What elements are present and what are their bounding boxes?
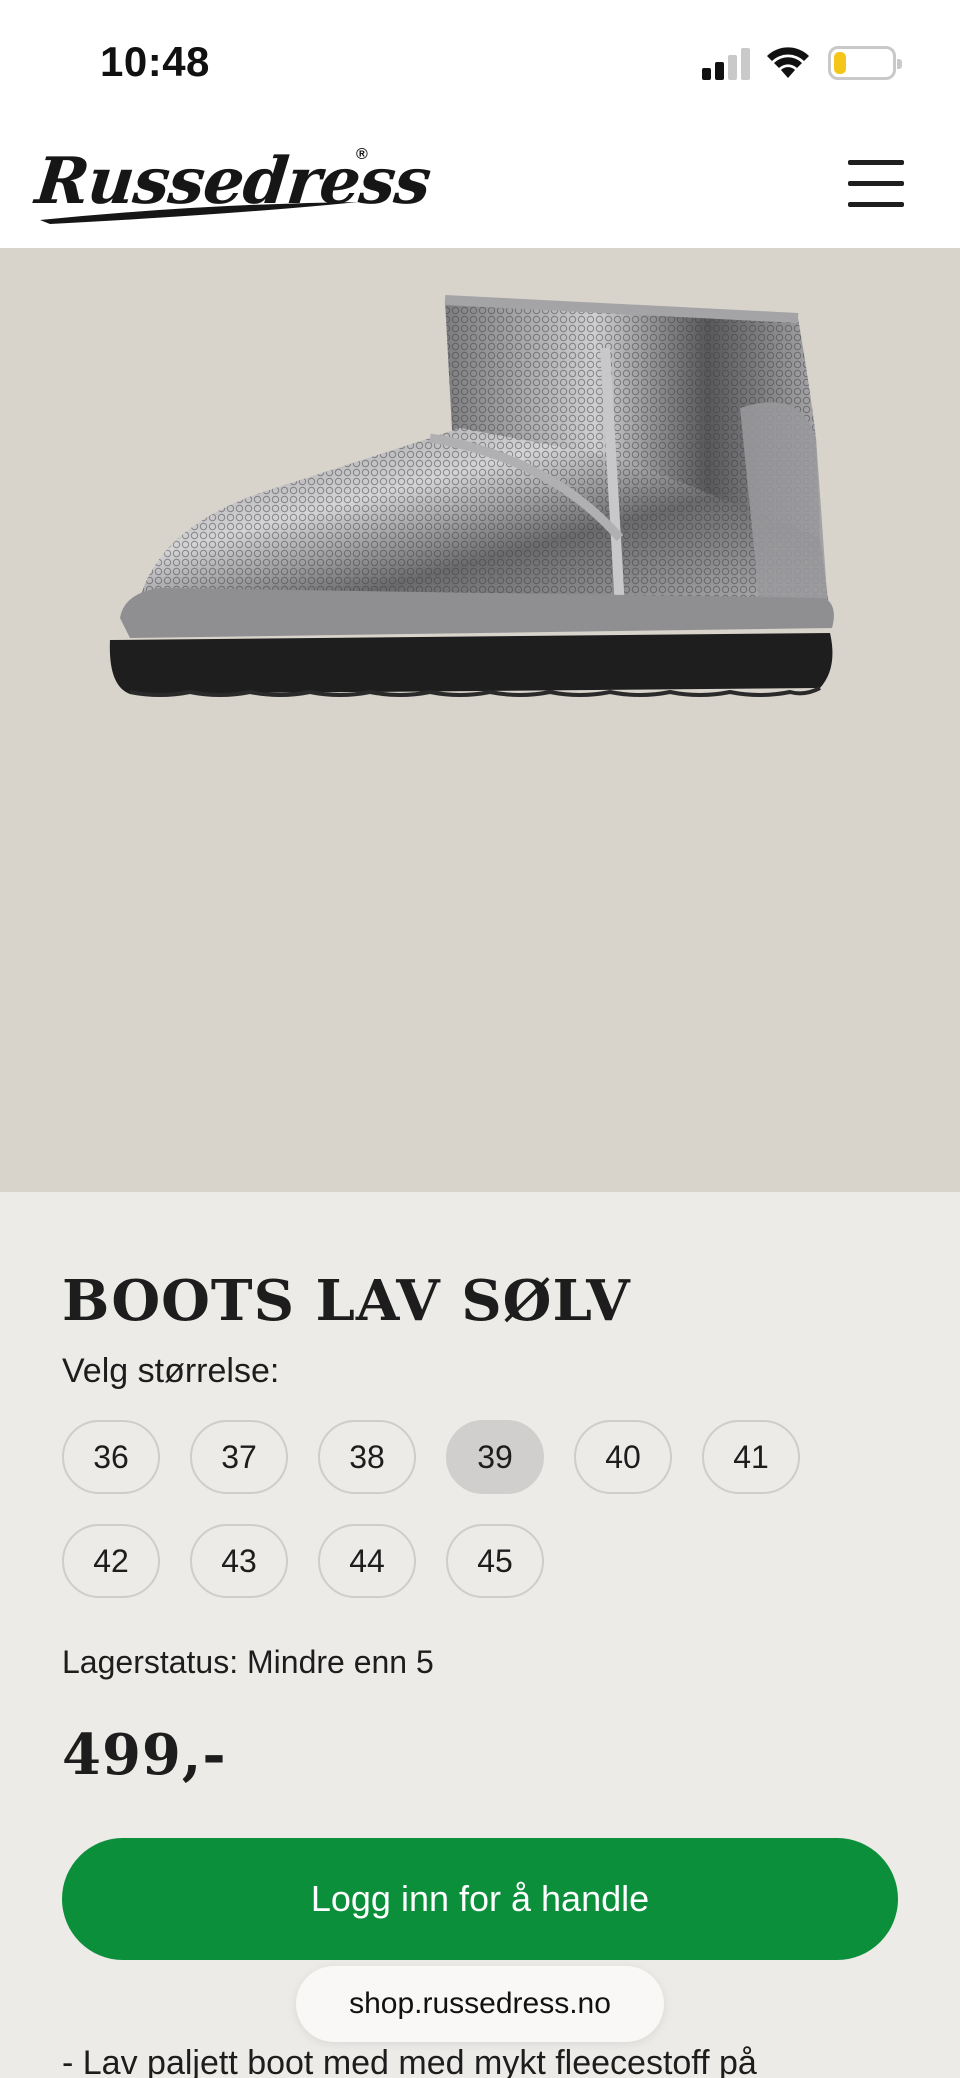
wifi-icon <box>767 47 809 78</box>
product-image <box>0 248 960 1192</box>
size-option-39[interactable]: 39 <box>446 1420 544 1494</box>
size-option-45[interactable]: 45 <box>446 1524 544 1598</box>
size-option-42[interactable]: 42 <box>62 1524 160 1598</box>
battery-icon <box>828 46 902 80</box>
hamburger-menu-icon[interactable] <box>848 160 906 208</box>
registered-mark: ® <box>356 146 368 163</box>
cellular-signal-icon <box>702 48 750 80</box>
product-title: BOOTS LAV SØLV <box>62 1268 631 1334</box>
size-option-36[interactable]: 36 <box>62 1420 160 1494</box>
size-option-37[interactable]: 37 <box>190 1420 288 1494</box>
battery-level <box>834 52 847 74</box>
size-option-40[interactable]: 40 <box>574 1420 672 1494</box>
size-option-38[interactable]: 38 <box>318 1420 416 1494</box>
silver-sequin-boot-image <box>109 295 834 697</box>
product-price: 499,- <box>62 1722 227 1788</box>
product-description: - Lav paljett boot med med mykt fleecest… <box>62 2044 757 2078</box>
stock-status: Lagerstatus: Mindre enn 5 <box>62 1644 434 1680</box>
status-time: 10:48 <box>100 38 210 85</box>
size-option-44[interactable]: 44 <box>318 1524 416 1598</box>
size-option-41[interactable]: 41 <box>702 1420 800 1494</box>
size-option-43[interactable]: 43 <box>190 1524 288 1598</box>
site-header: Russedress ® <box>0 124 960 248</box>
size-label: Velg størrelse: <box>62 1352 280 1390</box>
browser-url-bar[interactable]: shop.russedress.no <box>296 1966 664 2042</box>
logo-swoosh <box>40 202 358 224</box>
product-details: BOOTS LAV SØLV Velg størrelse: 36 37 38 … <box>0 1192 960 2078</box>
login-to-buy-button[interactable]: Logg inn for å handle <box>62 1838 898 1960</box>
status-bar: 10:48 <box>0 0 960 124</box>
